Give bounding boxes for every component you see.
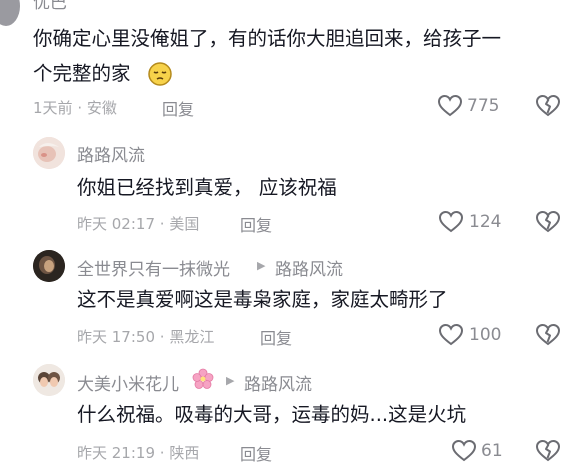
avatar[interactable] (33, 250, 65, 282)
avatar[interactable] (33, 364, 65, 396)
reply-text: 你姐已经找到真爱， 应该祝福 (77, 176, 337, 199)
reply-location: 黑龙江 (169, 328, 215, 346)
like-count: 124 (469, 212, 502, 232)
reply-button[interactable]: 回复 (240, 212, 272, 236)
reply-text: 这不是真爱啊这是毒枭家庭，家庭太畸形了 (77, 288, 448, 311)
reply-time: 昨天 02:17 (77, 215, 155, 233)
reply-text: 什么祝福。吸毒的大哥，运毒的妈...这是火坑 (77, 403, 467, 426)
reply-time: 昨天 21:19 (77, 444, 155, 462)
cherry-blossom-icon (192, 368, 214, 390)
dislike-button[interactable] (535, 439, 561, 463)
reply-meta: 昨天 17:50 · 黑龙江 (77, 326, 214, 347)
like-count: 61 (481, 441, 503, 461)
dislike-button[interactable] (535, 210, 561, 234)
comment-text-continued: 个完整的家 (33, 62, 131, 85)
broken-heart-icon (535, 439, 561, 462)
comment-username[interactable]: 优巴 (33, 0, 67, 13)
reply-to-username[interactable]: 路路风流 (244, 370, 312, 395)
reply-time: 昨天 17:50 (77, 328, 155, 346)
comment-location: 安徽 (86, 99, 117, 117)
like-count: 100 (469, 325, 502, 345)
like-button[interactable] (438, 323, 464, 347)
avatar[interactable] (0, 0, 20, 26)
comment-time: 1天前 (33, 99, 73, 117)
reply-arrow-icon: ▶ (257, 259, 266, 272)
meta-separator: · (77, 99, 83, 117)
reply-username[interactable]: 大美小米花儿 (77, 370, 179, 395)
reply-location: 美国 (169, 215, 200, 233)
like-button[interactable] (451, 439, 477, 463)
heart-icon (438, 323, 464, 346)
broken-heart-icon (535, 210, 561, 233)
reply-meta: 昨天 02:17 · 美国 (77, 213, 199, 234)
reply-button[interactable]: 回复 (240, 441, 272, 465)
comment-meta: 1天前 · 安徽 (33, 97, 117, 118)
reply-to-username[interactable]: 路路风流 (275, 255, 343, 280)
like-button[interactable] (438, 210, 464, 234)
meta-separator: · (159, 444, 165, 462)
reply-arrow-icon: ▶ (226, 374, 235, 387)
heart-icon (451, 439, 477, 462)
meta-separator: · (159, 215, 165, 233)
avatar[interactable] (33, 137, 65, 169)
broken-heart-icon (535, 94, 561, 117)
like-count: 775 (467, 96, 500, 116)
reply-username[interactable]: 路路风流 (77, 141, 145, 166)
dislike-button[interactable] (535, 94, 561, 118)
dislike-button[interactable] (535, 323, 561, 347)
like-button[interactable] (437, 94, 463, 118)
pensive-face-icon (147, 61, 173, 87)
heart-icon (437, 94, 463, 117)
reply-button[interactable]: 回复 (260, 325, 292, 349)
reply-button[interactable]: 回复 (162, 96, 194, 120)
heart-icon (438, 210, 464, 233)
broken-heart-icon (535, 323, 561, 346)
reply-meta: 昨天 21:19 · 陕西 (77, 442, 199, 463)
reply-location: 陕西 (169, 444, 200, 462)
reply-username[interactable]: 全世界只有一抹微光 (77, 255, 230, 280)
comment-text: 你确定心里没俺姐了，有的话你大胆追回来，给孩子一 (33, 27, 502, 50)
meta-separator: · (159, 328, 165, 346)
